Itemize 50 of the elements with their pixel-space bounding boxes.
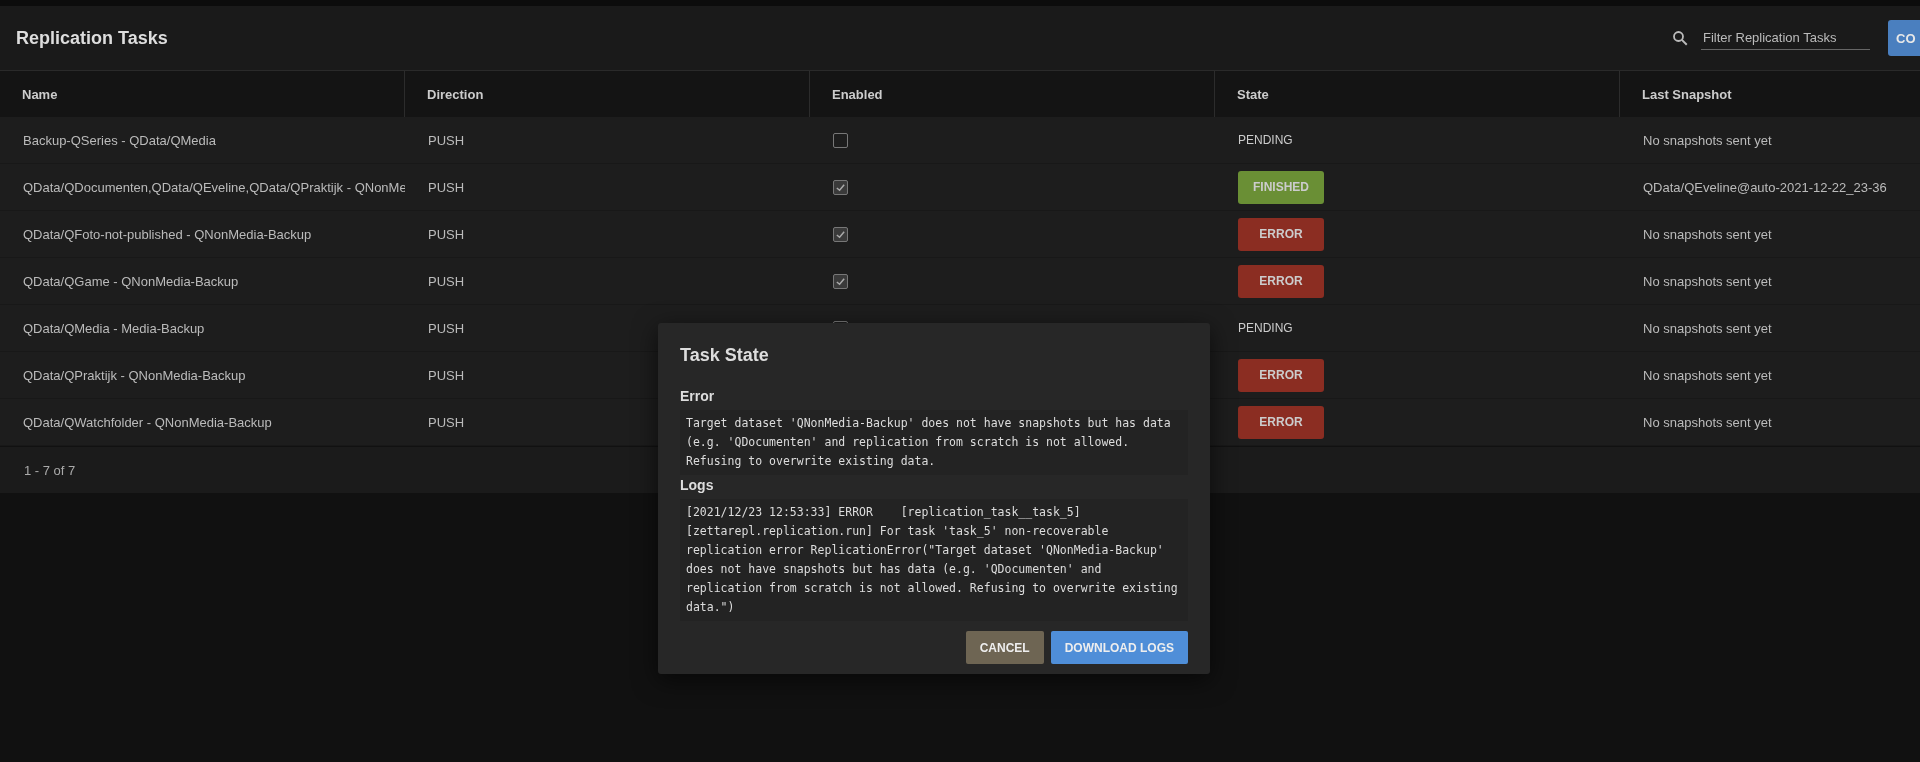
direction-text: PUSH <box>428 367 465 383</box>
direction-text: PUSH <box>428 226 465 242</box>
column-header[interactable]: Name <box>0 71 405 117</box>
direction-text: PUSH <box>428 179 465 195</box>
dialog-title: Task State <box>680 345 770 366</box>
task-name: Backup-QSeries - QData/QMedia <box>23 132 216 148</box>
checkbox[interactable] <box>833 132 848 148</box>
check-icon <box>835 228 846 240</box>
snapshot-text: No snapshots sent yet <box>1643 320 1772 336</box>
snapshot-text: No snapshots sent yet <box>1643 367 1772 383</box>
log-output: [2021/12/23 12:53:33] ERROR [replication_task__task_5] [zettarepl.replication.run] For task 'task_5' non-recoverable replication error ReplicationError("Target dataset 'QNonMedia-Backup' does not have snapshots but has data (e.g. 'QDocumenten' and replication from scratch is not allowed. Refusing to overwrite existing data.") <box>680 499 1188 621</box>
task-name: QData/QGame - QNonMedia-Backup <box>23 273 239 289</box>
direction-text: PUSH <box>428 273 465 289</box>
check-icon <box>835 181 846 193</box>
snapshot-text: QData/QEveline@auto-2021-12-22_23-36 <box>1643 179 1887 195</box>
checkbox[interactable] <box>833 226 848 242</box>
cancel-button[interactable]: CANCEL <box>965 631 1044 664</box>
direction-text: PUSH <box>428 320 465 336</box>
task-name: QData/QFoto-not-published - QNonMedia-Backup <box>23 226 312 242</box>
state-text: PENDING <box>1238 133 1293 147</box>
direction-text: PUSH <box>428 414 465 430</box>
snapshot-text: No snapshots sent yet <box>1643 132 1772 148</box>
download-button[interactable]: DOWNLOAD LOGS <box>1050 631 1188 664</box>
state-badge[interactable]: ERROR <box>1238 358 1324 392</box>
search-icon <box>1671 29 1689 47</box>
check-icon <box>835 275 846 287</box>
state-text: PENDING <box>1238 321 1293 335</box>
snapshot-text: No snapshots sent yet <box>1643 226 1772 242</box>
pagination-text: 1 - 7 of 7 <box>24 462 76 478</box>
task-name: QData/QWatchfolder - QNonMedia-Backup <box>23 414 272 430</box>
state-badge[interactable]: ERROR <box>1238 405 1324 439</box>
column-header[interactable]: Last Snapshot <box>1620 71 1920 117</box>
column-header[interactable]: State <box>1215 71 1620 117</box>
add-button[interactable]: CO <box>1888 20 1920 56</box>
column-header[interactable]: Direction <box>405 71 810 117</box>
snapshot-text: No snapshots sent yet <box>1643 273 1772 289</box>
state-badge[interactable]: ERROR <box>1238 264 1324 298</box>
state-badge[interactable]: ERROR <box>1238 217 1324 251</box>
snapshot-text: No snapshots sent yet <box>1643 414 1772 430</box>
column-header[interactable]: Enabled <box>810 71 1215 117</box>
checkbox[interactable] <box>833 179 848 195</box>
checkbox[interactable] <box>833 273 848 289</box>
direction-text: PUSH <box>428 132 465 148</box>
filter-field[interactable]: Filter Replication Tasks <box>1701 26 1870 50</box>
task-name: QData/QPraktijk - QNonMedia-Backup <box>23 367 246 383</box>
page-title: Replication Tasks <box>16 27 168 49</box>
error-message: Target dataset 'QNonMedia-Backup' does not have snapshots but has data (e.g. 'QDocumenten' and replication from scratch is not allowed. Refusing to overwrite existing data. <box>680 410 1188 475</box>
section-label: Logs <box>680 477 715 493</box>
task-name: QData/QMedia - Media-Backup <box>23 320 205 336</box>
section-label: Error <box>680 388 716 404</box>
